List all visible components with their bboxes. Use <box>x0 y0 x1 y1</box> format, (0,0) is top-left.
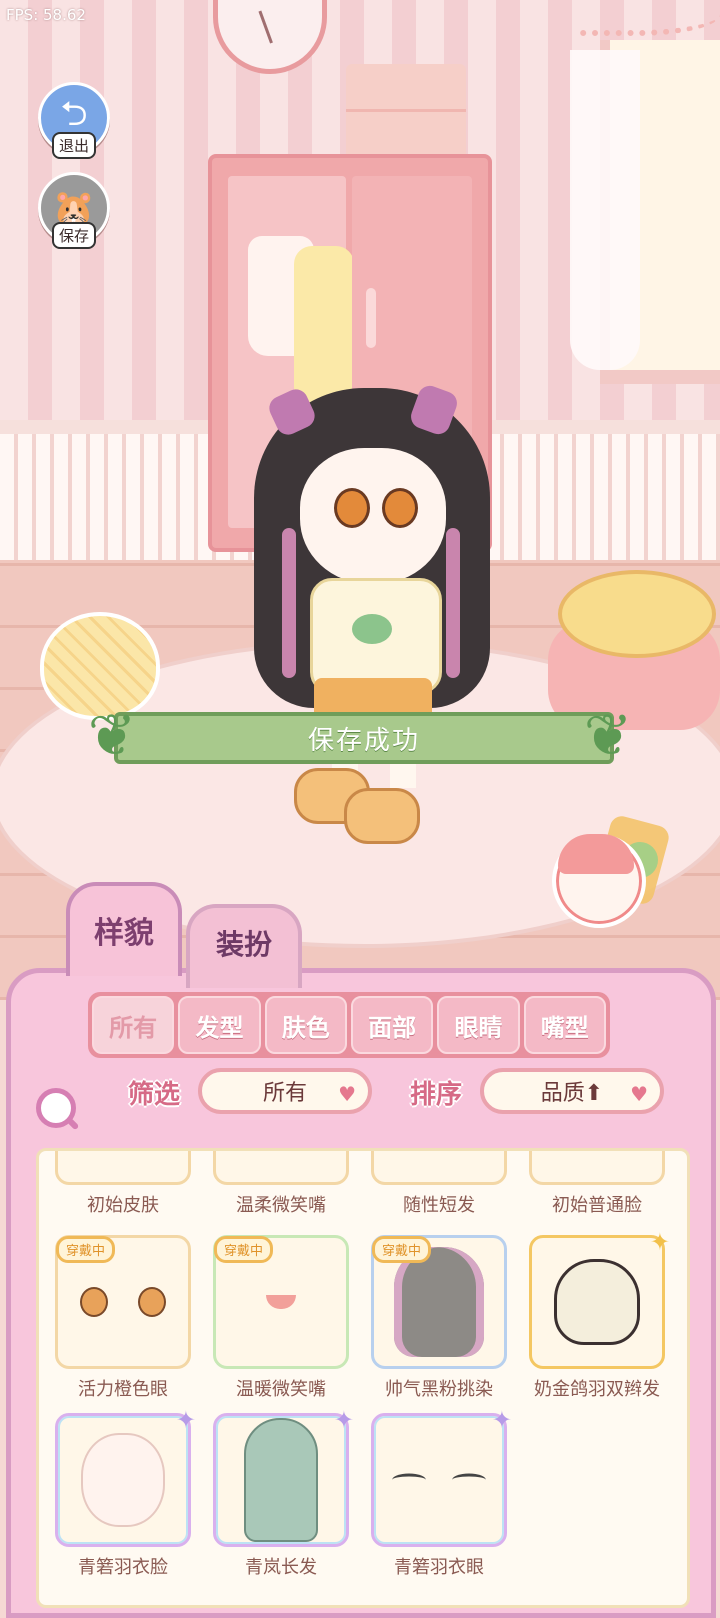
worn-badge: 穿戴中 <box>214 1236 274 1263</box>
orange-eyes-icon <box>80 1287 166 1317</box>
heart-dropdown-icon: ♥ <box>338 1082 356 1106</box>
item-name: 初始皮肤 <box>87 1195 159 1216</box>
leaf-left-icon: ❦ <box>87 701 137 769</box>
item-name: 青岚长发 <box>245 1557 317 1578</box>
sort-label: 排序 <box>410 1080 463 1110</box>
exit-label: 退出 <box>51 132 96 159</box>
long-green-hair-icon <box>244 1418 318 1542</box>
save-success-toast: 保存成功 ❦ ❦ <box>80 700 640 770</box>
category-all[interactable]: 所有 <box>92 996 175 1054</box>
filter-label: 筛选 <box>128 1080 181 1110</box>
item-name: 青箬羽衣脸 <box>78 1557 168 1578</box>
category-face[interactable]: 面部 <box>350 996 434 1054</box>
sparkle-icon: ✦ <box>491 1406 512 1434</box>
item-name: 奶金鸽羽双辫发 <box>534 1379 660 1400</box>
curtain <box>570 50 640 370</box>
item-card[interactable]: 穿戴中 温暖微笑嘴 <box>211 1235 351 1401</box>
item-card[interactable]: 温柔微笑嘴 <box>211 1151 351 1217</box>
worn-badge: 穿戴中 <box>56 1236 116 1263</box>
item-card[interactable]: ✦ 青箬羽衣眼 <box>369 1406 512 1579</box>
fps-counter: FPS: 58.62 <box>6 6 86 24</box>
storage-boxes <box>346 64 466 160</box>
exit-button[interactable]: ⮌ 退出 <box>38 82 110 181</box>
filter-value: 所有 <box>262 1081 307 1106</box>
closed-eyes-icon <box>392 1473 486 1487</box>
item-name: 温柔微笑嘴 <box>236 1195 326 1216</box>
item-name: 随性短发 <box>403 1195 475 1216</box>
worn-badge: 穿戴中 <box>372 1236 432 1263</box>
category-hairstyle[interactable]: 发型 <box>178 996 261 1054</box>
tab-appearance[interactable]: 样貌 <box>66 882 182 976</box>
category-eyes[interactable]: 眼睛 <box>437 996 520 1054</box>
sparkle-icon: ✦ <box>649 1228 670 1256</box>
item-name: 青箬羽衣眼 <box>394 1557 484 1578</box>
heart-dropdown-icon: ♥ <box>630 1082 648 1106</box>
search-icon[interactable] <box>36 1088 76 1128</box>
item-card[interactable]: 初始皮肤 <box>53 1151 193 1217</box>
item-card[interactable]: 随性短发 <box>369 1151 509 1217</box>
filter-dropdown[interactable]: 所有 ♥ <box>198 1068 372 1114</box>
save-label: 保存 <box>51 222 96 249</box>
sort-value: 品质⬆ <box>540 1081 604 1106</box>
item-card[interactable]: ✦ 青箬羽衣脸 <box>53 1406 196 1579</box>
leaf-right-icon: ❦ <box>583 701 633 769</box>
item-card[interactable]: 穿戴中 帅气黑粉挑染 <box>369 1235 509 1401</box>
category-mouth[interactable]: 嘴型 <box>523 996 606 1054</box>
smile-mouth-icon <box>266 1295 296 1309</box>
toast-text: 保存成功 <box>114 712 614 764</box>
item-card[interactable]: 初始普通脸 <box>527 1151 667 1217</box>
sparkle-icon: ✦ <box>333 1406 354 1434</box>
item-name: 活力橙色眼 <box>78 1379 168 1400</box>
item-name: 初始普通脸 <box>552 1195 642 1216</box>
black-pink-hair-icon <box>394 1247 484 1357</box>
player-character[interactable] <box>254 378 494 848</box>
cream-twin-braids-hair-icon <box>554 1259 640 1345</box>
tab-dressup[interactable]: 装扮 <box>186 904 302 988</box>
item-name: 温暖微笑嘴 <box>236 1379 326 1400</box>
category-bar: 所有 发型 肤色 面部 眼睛 嘴型 <box>88 992 610 1058</box>
sparkle-icon: ✦ <box>175 1406 196 1434</box>
item-card[interactable]: 穿戴中 活力橙色眼 <box>53 1235 193 1401</box>
sort-dropdown[interactable]: 品质⬆ ♥ <box>480 1068 664 1114</box>
save-button[interactable]: 🐹 保存 <box>38 172 110 271</box>
item-grid: 初始皮肤 温柔微笑嘴 随性短发 初始普通脸 穿戴中 活力橙色眼 穿戴中 温暖微笑… <box>36 1148 690 1608</box>
item-card[interactable]: ✦ 奶金鸽羽双辫发 <box>527 1228 670 1401</box>
item-name: 帅气黑粉挑染 <box>385 1379 493 1400</box>
category-skin-color[interactable]: 肤色 <box>264 996 347 1054</box>
avatar-preview-button[interactable] <box>552 813 672 928</box>
face-icon <box>81 1433 165 1527</box>
item-card[interactable]: ✦ 青岚长发 <box>211 1406 354 1579</box>
